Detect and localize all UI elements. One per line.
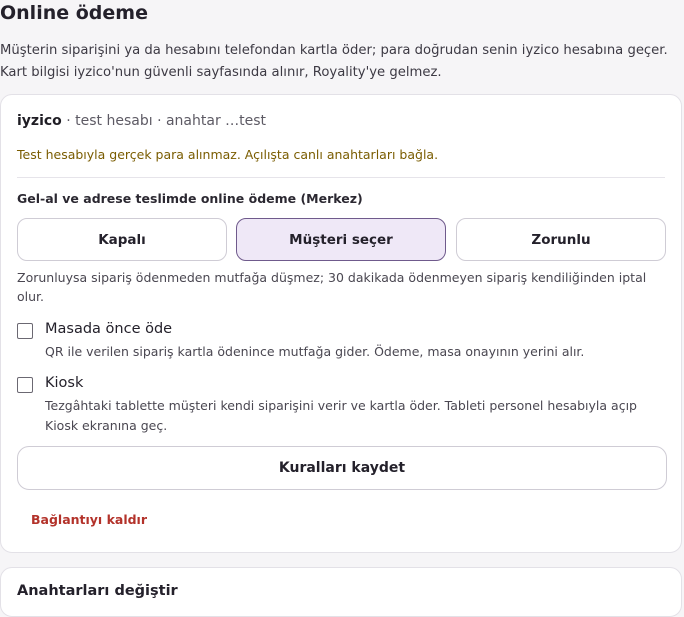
provider-info: iyzico · test hesabı · anahtar …test xyxy=(17,113,266,129)
save-rules-button[interactable]: Kuralları kaydet xyxy=(17,446,667,490)
pay-at-table-title: Masada önce öde xyxy=(45,321,173,337)
payment-settings-card: iyzico · test hesabı · anahtar …test Tes… xyxy=(0,94,682,553)
kiosk-checkbox[interactable] xyxy=(17,377,33,393)
provider-name: iyzico xyxy=(17,113,62,129)
provider-details: · test hesabı · anahtar …test xyxy=(61,113,267,129)
mode-option-required[interactable]: Zorunlu xyxy=(456,218,666,261)
divider xyxy=(17,177,665,178)
delivery-mode-label: Gel-al ve adrese teslimde online ödeme (… xyxy=(17,191,363,206)
page-description: Müşterin siparişini ya da hesabını telef… xyxy=(0,40,680,84)
mode-option-customer-chooses[interactable]: Müşteri seçer xyxy=(236,218,446,261)
page-description-line-2: Kart bilgisi iyzico'nun güvenli sayfasın… xyxy=(0,65,442,80)
kiosk-title: Kiosk xyxy=(45,375,84,391)
pay-at-table-description: QR ile verilen sipariş kartla ödenince m… xyxy=(45,344,585,359)
page-title: Online ödeme xyxy=(0,2,148,24)
page-description-line-1: Müşterin siparişini ya da hesabını telef… xyxy=(0,43,668,58)
disconnect-link[interactable]: Bağlantıyı kaldır xyxy=(31,512,147,527)
mode-option-off[interactable]: Kapalı xyxy=(17,218,227,261)
test-account-warning: Test hesabıyla gerçek para alınmaz. Açıl… xyxy=(17,147,439,162)
change-keys-section[interactable]: Anahtarları değiştir xyxy=(0,567,682,617)
kiosk-description: Tezgâhtaki tablette müşteri kendi sipari… xyxy=(45,398,637,433)
pay-at-table-checkbox[interactable] xyxy=(17,323,33,339)
delivery-mode-help: Zorunluysa sipariş ödenmeden mutfağa düş… xyxy=(17,270,647,304)
change-keys-title: Anahtarları değiştir xyxy=(17,583,178,599)
